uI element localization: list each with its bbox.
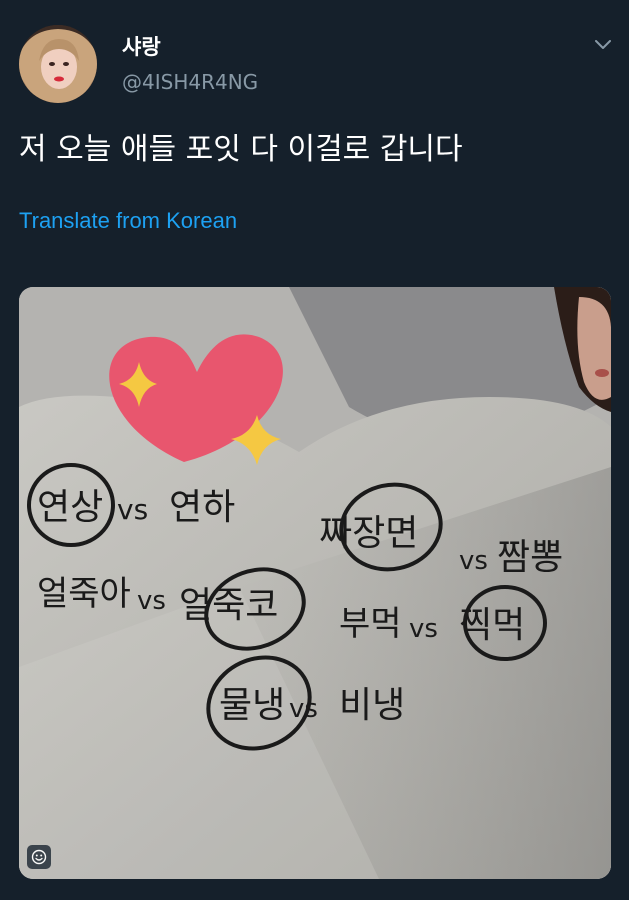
note-word: 짜장면	[319, 513, 418, 554]
note-word: vs	[459, 546, 488, 576]
more-options-button[interactable]	[586, 32, 620, 58]
note-word: 부먹	[339, 604, 402, 644]
note-word: 얼죽코	[179, 585, 278, 626]
note-word: 물냉	[219, 685, 285, 726]
smiley-icon	[31, 849, 47, 865]
tweet-media[interactable]: 연상 vs 연하 짜장면 vs 짬뽕 얼죽아 vs 얼죽코 부먹 vs 찍먹 물…	[19, 287, 611, 879]
avatar[interactable]	[19, 25, 97, 103]
chevron-down-icon	[595, 40, 611, 49]
note-word: 짬뽕	[497, 537, 563, 578]
note-word: 얼죽아	[37, 574, 131, 614]
avatar-image	[19, 25, 97, 103]
note-word: 비냉	[339, 685, 405, 726]
note-word: vs	[137, 586, 166, 616]
note-word: 연상	[37, 487, 103, 528]
user-handle[interactable]: @4ISH4R4NG	[122, 70, 258, 94]
tweet-text: 저 오늘 애들 포잇 다 이걸로 갑니다	[19, 132, 463, 167]
display-name[interactable]: 샤랑	[122, 34, 161, 60]
sticker-button[interactable]	[27, 845, 51, 869]
note-word: vs	[409, 614, 438, 644]
note-word: vs	[117, 493, 148, 526]
translate-link[interactable]: Translate from Korean	[19, 206, 237, 236]
media-photo: 연상 vs 연하 짜장면 vs 짬뽕 얼죽아 vs 얼죽코 부먹 vs 찍먹 물…	[19, 287, 611, 879]
note-word: 연하	[169, 487, 235, 528]
